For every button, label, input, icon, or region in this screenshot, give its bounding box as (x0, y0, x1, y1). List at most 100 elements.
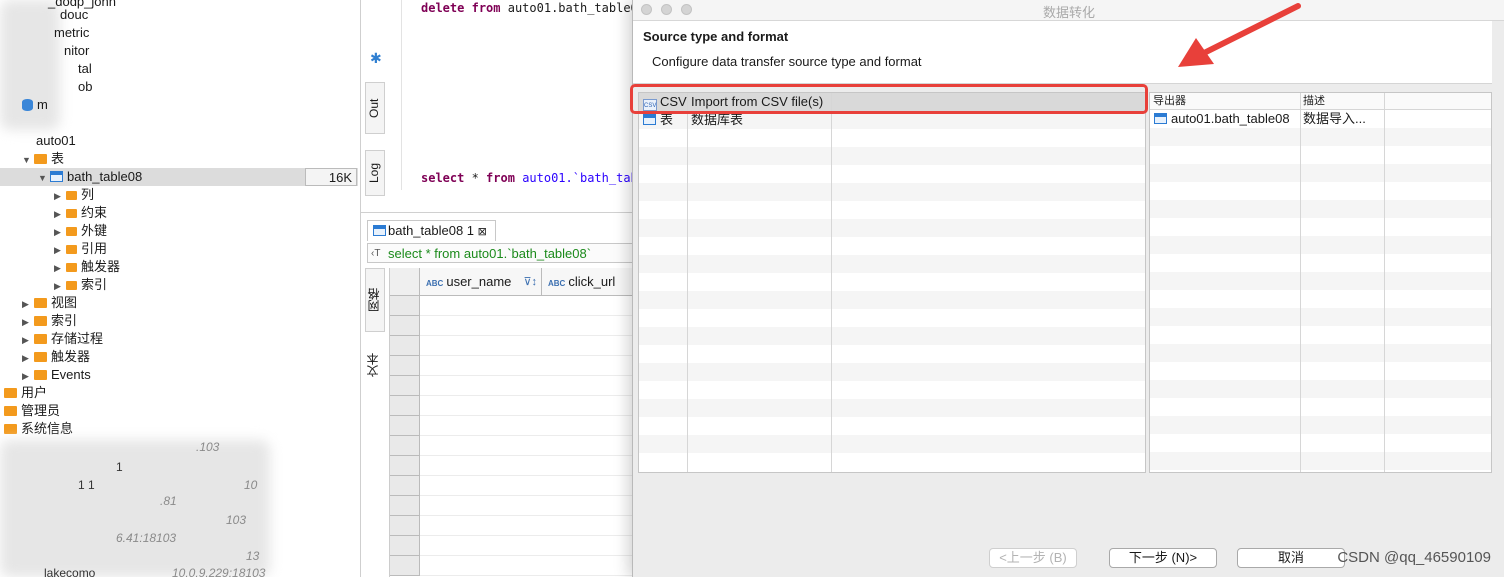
code-line-delete[interactable]: delete from auto01.bath_table0 (421, 1, 638, 15)
chevron-right-icon[interactable]: ▶ (22, 313, 34, 331)
list-row[interactable] (639, 129, 1145, 147)
list-row[interactable] (1150, 254, 1491, 272)
list-row[interactable] (1150, 380, 1491, 398)
tab-output[interactable]: Out (365, 82, 385, 134)
list-row[interactable] (1150, 200, 1491, 218)
list-row[interactable] (639, 255, 1145, 273)
target-row-exporter[interactable]: auto01.bath_table08 (1154, 110, 1290, 128)
row-header[interactable] (390, 476, 420, 496)
row-header[interactable] (390, 336, 420, 356)
tab-grid[interactable]: 网格 (365, 268, 385, 332)
chevron-right-icon[interactable]: ▶ (54, 259, 66, 277)
tree-item[interactable]: nitor (64, 42, 89, 60)
tree-item-indexes[interactable]: ▶ 索引 (54, 276, 107, 294)
list-row[interactable] (639, 435, 1145, 453)
tab-log[interactable]: Log (365, 150, 385, 196)
tree-item[interactable]: ob (78, 78, 92, 96)
list-row[interactable] (639, 399, 1145, 417)
tree-item-views[interactable]: ▶ 视图 (22, 294, 77, 312)
list-row[interactable] (1150, 290, 1491, 308)
close-icon[interactable]: ⊠ (478, 226, 487, 238)
list-row[interactable] (639, 291, 1145, 309)
list-row[interactable] (1150, 344, 1491, 362)
tree-item[interactable]: metric (54, 24, 89, 42)
list-row[interactable] (1150, 470, 1491, 472)
tree-item-foreign-keys[interactable]: ▶ 外键 (54, 222, 107, 240)
tree-item-procedures[interactable]: ▶ 存储过程 (22, 330, 103, 348)
list-row[interactable] (1150, 398, 1491, 416)
tree-item-constraints[interactable]: ▶ 约束 (54, 204, 107, 222)
list-row[interactable] (639, 417, 1145, 435)
source-type-list[interactable]: CSV CSV Import from CSV file(s) 表 数据库表 (638, 92, 1146, 473)
chevron-down-icon[interactable]: ▼ (22, 151, 34, 169)
column-header[interactable]: ABC user_name ⊽↕ (420, 268, 542, 296)
results-grid[interactable]: ABC user_name ⊽↕ ABC click_url (389, 268, 670, 577)
tree-item-schema-indexes[interactable]: ▶ 索引 (22, 312, 77, 330)
tree-item-selected-table[interactable]: ▼ bath_table08 (38, 168, 142, 186)
row-header[interactable] (390, 356, 420, 376)
tree-item-users[interactable]: 用户 (4, 384, 47, 402)
list-row[interactable] (1150, 146, 1491, 164)
target-list[interactable]: 导出器 描述 auto01.bath_table08 数据导入... (1149, 92, 1492, 473)
list-row[interactable] (639, 183, 1145, 201)
chevron-right-icon[interactable]: ▶ (54, 205, 66, 223)
list-row[interactable] (1150, 182, 1491, 200)
row-header[interactable] (390, 416, 420, 436)
list-row[interactable] (1150, 434, 1491, 452)
tree-item-system-info[interactable]: 系统信息 (4, 420, 73, 438)
tree-item-admins[interactable]: 管理员 (4, 402, 60, 420)
chevron-right-icon[interactable]: ▶ (22, 349, 34, 367)
list-row[interactable] (1150, 452, 1491, 470)
target-row-description[interactable]: 数据导入... (1303, 110, 1366, 128)
cancel-button[interactable]: 取消 (1237, 548, 1345, 568)
list-row[interactable] (639, 165, 1145, 183)
row-header[interactable] (390, 296, 420, 316)
chevron-right-icon[interactable]: ▶ (22, 367, 34, 385)
list-row[interactable] (1150, 416, 1491, 434)
tree-item-events[interactable]: ▶ Events (22, 366, 91, 384)
list-row[interactable] (1150, 218, 1491, 236)
chevron-right-icon[interactable]: ▶ (54, 241, 66, 259)
tab-text[interactable]: 文本 (365, 340, 383, 390)
row-header[interactable] (390, 496, 420, 516)
chevron-right-icon[interactable]: ▶ (22, 331, 34, 349)
row-header[interactable] (390, 396, 420, 416)
list-row[interactable] (639, 147, 1145, 165)
list-row[interactable] (1150, 272, 1491, 290)
list-row[interactable] (639, 345, 1145, 363)
tree-item-tables[interactable]: ▼ 表 (22, 150, 64, 168)
back-button[interactable]: <上一步 (B) (989, 548, 1077, 568)
list-row[interactable] (1150, 236, 1491, 254)
row-header[interactable] (390, 556, 420, 576)
list-row[interactable] (639, 363, 1145, 381)
tree-item-triggers[interactable]: ▶ 触发器 (54, 258, 120, 276)
list-row[interactable] (1150, 362, 1491, 380)
list-row[interactable] (639, 453, 1145, 471)
list-row[interactable] (639, 237, 1145, 255)
list-row[interactable] (639, 309, 1145, 327)
row-header[interactable] (390, 536, 420, 556)
code-line-select[interactable]: select * from auto01.`bath_tab (421, 171, 638, 185)
row-header[interactable] (390, 376, 420, 396)
list-row[interactable] (1150, 308, 1491, 326)
row-header[interactable] (390, 316, 420, 336)
tree-item-references[interactable]: ▶ 引用 (54, 240, 107, 258)
column-header-description[interactable]: 描述 (1303, 93, 1325, 109)
tree-item-schema[interactable]: auto01 (36, 132, 76, 150)
chevron-down-icon[interactable]: ▼ (38, 169, 50, 187)
list-row[interactable] (639, 201, 1145, 219)
tree-item[interactable]: douc (60, 6, 88, 24)
list-row[interactable] (639, 381, 1145, 399)
tree-item[interactable]: m (22, 96, 48, 114)
grid-corner[interactable] (390, 268, 420, 296)
next-button[interactable]: 下一步 (N)> (1109, 548, 1217, 568)
query-filter-bar[interactable]: ‹T select * from auto01.`bath_table08` (367, 243, 637, 263)
window-titlebar[interactable]: 数据转化 (633, 0, 1504, 21)
chevron-right-icon[interactable]: ▶ (54, 277, 66, 295)
row-header[interactable] (390, 436, 420, 456)
list-row[interactable] (1150, 164, 1491, 182)
list-row[interactable] (639, 327, 1145, 345)
gear-icon[interactable]: ✱ (370, 50, 382, 67)
row-header[interactable] (390, 516, 420, 536)
list-row[interactable] (1150, 326, 1491, 344)
